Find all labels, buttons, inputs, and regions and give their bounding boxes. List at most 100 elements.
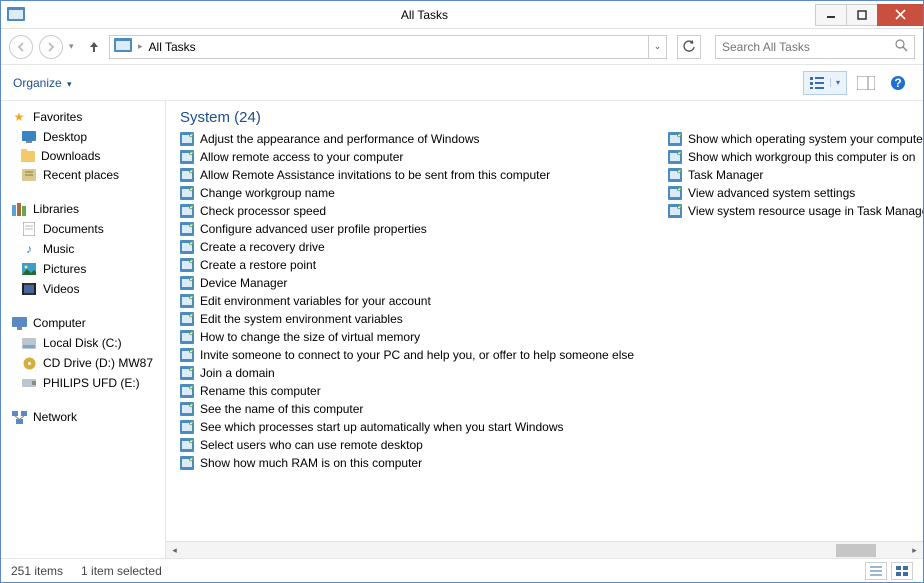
task-label: Invite someone to connect to your PC and… [200, 348, 634, 362]
task-label: Create a restore point [200, 258, 316, 272]
chevron-right-icon: ▸ [138, 41, 143, 52]
sidebar-item-pictures[interactable]: Pictures [1, 259, 165, 279]
task-label: How to change the size of virtual memory [200, 330, 420, 344]
navigation-bar: ▾ ▸ All Tasks ⌄ [1, 29, 923, 65]
scroll-left-button[interactable]: ◂ [166, 542, 183, 559]
task-item[interactable]: How to change the size of virtual memory [178, 328, 636, 346]
horizontal-scrollbar[interactable]: ◂ ▸ [166, 541, 923, 558]
usb-icon [21, 375, 37, 391]
task-item[interactable]: Change workgroup name [178, 184, 636, 202]
task-item[interactable]: Edit the system environment variables [178, 310, 636, 328]
up-button[interactable] [85, 40, 103, 54]
libraries-root[interactable]: Libraries [1, 199, 165, 219]
details-view-button[interactable] [865, 562, 887, 580]
task-label: Create a recovery drive [200, 240, 325, 254]
task-item[interactable]: Show how much RAM is on this computer [178, 454, 636, 472]
task-label: Check processor speed [200, 204, 326, 218]
icons-view-button[interactable] [891, 562, 913, 580]
history-dropdown[interactable]: ▾ [69, 41, 79, 52]
task-label: View system resource usage in Task Manag… [688, 204, 923, 218]
sidebar-item-downloads[interactable]: Downloads [1, 147, 165, 165]
documents-icon [21, 221, 37, 237]
sidebar-item-music[interactable]: ♪Music [1, 239, 165, 259]
task-item[interactable]: Check processor speed [178, 202, 636, 220]
app-icon [7, 7, 27, 23]
task-label: Rename this computer [200, 384, 321, 398]
sidebar-item-desktop[interactable]: Desktop [1, 127, 165, 147]
search-input[interactable] [722, 40, 895, 54]
location-icon [114, 38, 132, 55]
task-item[interactable]: View advanced system settings [666, 184, 923, 202]
task-item[interactable]: Task Manager [666, 166, 923, 184]
sidebar-item-documents[interactable]: Documents [1, 219, 165, 239]
scroll-thumb[interactable] [836, 544, 876, 557]
cd-icon [21, 355, 37, 371]
search-box[interactable] [715, 35, 915, 59]
task-label: Device Manager [200, 276, 287, 290]
window-title: All Tasks [33, 8, 816, 22]
task-label: Select users who can use remote desktop [200, 438, 423, 452]
favorites-section: ★Favorites Desktop Downloads Recent plac… [1, 107, 165, 185]
close-button[interactable] [877, 4, 923, 26]
task-label: Allow remote access to your computer [200, 150, 403, 164]
network-root[interactable]: Network [1, 407, 165, 427]
task-item[interactable]: Allow remote access to your computer [178, 148, 636, 166]
address-bar[interactable]: ▸ All Tasks [109, 35, 649, 59]
task-item[interactable]: Allow Remote Assistance invitations to b… [178, 166, 636, 184]
task-item[interactable]: Configure advanced user profile properti… [178, 220, 636, 238]
forward-button[interactable] [39, 35, 63, 59]
navigation-pane: ★Favorites Desktop Downloads Recent plac… [1, 101, 166, 558]
network-section: Network [1, 407, 165, 427]
sidebar-item-cd-d[interactable]: CD Drive (D:) MW87 [1, 353, 165, 373]
scroll-right-button[interactable]: ▸ [906, 542, 923, 559]
refresh-button[interactable] [677, 35, 701, 59]
sidebar-item-usb-e[interactable]: PHILIPS UFD (E:) [1, 373, 165, 393]
scroll-track[interactable] [183, 542, 906, 558]
task-item[interactable]: See which processes start up automatical… [178, 418, 636, 436]
help-button[interactable]: ? [885, 71, 911, 95]
address-dropdown[interactable]: ⌄ [649, 35, 667, 59]
back-button[interactable] [9, 35, 33, 59]
sidebar-item-local-c[interactable]: Local Disk (C:) [1, 333, 165, 353]
computer-icon [11, 315, 27, 331]
task-item[interactable]: Create a restore point [178, 256, 636, 274]
task-item[interactable]: Select users who can use remote desktop [178, 436, 636, 454]
task-item[interactable]: Rename this computer [178, 382, 636, 400]
task-item[interactable]: Create a recovery drive [178, 238, 636, 256]
task-item[interactable]: Edit environment variables for your acco… [178, 292, 636, 310]
task-item[interactable]: Adjust the appearance and performance of… [178, 130, 636, 148]
preview-pane-button[interactable] [853, 71, 879, 95]
task-item[interactable]: Show which workgroup this computer is on [666, 148, 923, 166]
task-label: Edit the system environment variables [200, 312, 403, 326]
task-label: Task Manager [688, 168, 763, 182]
status-bar: 251 items 1 item selected [1, 558, 923, 582]
task-item[interactable]: See the name of this computer [178, 400, 636, 418]
task-item[interactable]: Invite someone to connect to your PC and… [178, 346, 636, 364]
task-item[interactable]: View system resource usage in Task Manag… [666, 202, 923, 220]
maximize-button[interactable] [846, 4, 878, 26]
videos-icon [21, 281, 37, 297]
minimize-button[interactable] [815, 4, 847, 26]
toolbar: Organize ▾ ▾ ? [1, 65, 923, 101]
task-label: Join a domain [200, 366, 275, 380]
favorites-root[interactable]: ★Favorites [1, 107, 165, 127]
task-item[interactable]: Join a domain [178, 364, 636, 382]
group-header[interactable]: System (24) [166, 101, 923, 130]
task-label: Show how much RAM is on this computer [200, 456, 422, 470]
titlebar: All Tasks [1, 1, 923, 29]
view-mode-button[interactable]: ▾ [803, 71, 847, 95]
task-label: View advanced system settings [688, 186, 855, 200]
drive-icon [21, 335, 37, 351]
item-count: 251 items [11, 564, 63, 578]
computer-root[interactable]: Computer [1, 313, 165, 333]
task-item[interactable]: Device Manager [178, 274, 636, 292]
task-label: Show which operating system your compute… [688, 132, 923, 146]
organize-menu[interactable]: Organize ▾ [13, 76, 72, 90]
sidebar-item-recent[interactable]: Recent places [1, 165, 165, 185]
task-item[interactable]: Show which operating system your compute… [666, 130, 923, 148]
search-icon [895, 39, 908, 55]
task-label: Allow Remote Assistance invitations to b… [200, 168, 550, 182]
pictures-icon [21, 261, 37, 277]
task-label: Configure advanced user profile properti… [200, 222, 427, 236]
sidebar-item-videos[interactable]: Videos [1, 279, 165, 299]
